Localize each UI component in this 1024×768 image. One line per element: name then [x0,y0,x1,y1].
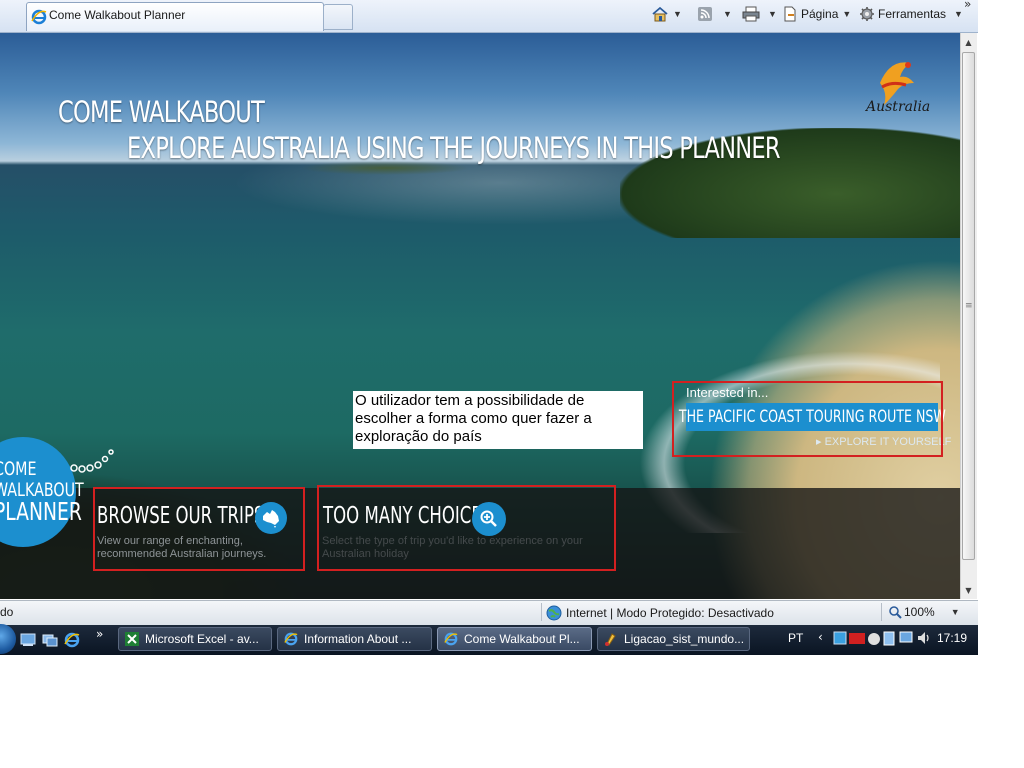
show-desktop-icon[interactable] [20,632,36,648]
tab-title: Come Walkabout Planner [49,8,186,22]
home-button[interactable]: ▼ [651,4,682,24]
ie-icon [31,9,47,25]
chevron-down-icon[interactable]: ▼ [673,9,682,19]
status-separator [541,603,542,621]
page-menu-label: Página [801,7,839,21]
network-tray-icon [833,631,847,645]
footprints-icon [70,449,114,473]
highlight-box-interested [672,381,943,457]
chevron-down-icon[interactable]: ▼ [768,9,777,19]
scroll-down-arrow-icon[interactable]: ▼ [961,582,976,598]
printer-icon [742,6,760,22]
tools-menu[interactable]: Ferramentas ▼ [859,4,963,24]
ati-tray-icon [849,633,865,644]
security-zone-label: Internet | Modo Protegido: Desactivado [566,606,774,620]
monitor-tray-icon [883,631,895,646]
paint-icon [605,633,616,646]
taskbar-item-label: Ligacao_sist_mundo... [624,632,745,646]
tab-come-walkabout[interactable]: Come Walkabout Planner [26,2,324,31]
hero-subtitle: EXPLORE AUSTRALIA USING THE JOURNEYS IN … [127,131,781,165]
chevron-down-icon[interactable]: ▼ [723,9,732,19]
highlight-box-browse [93,487,305,571]
hero-title: COME WALKABOUT [58,95,265,129]
page-viewport: COME WALKABOUT EXPLORE AUSTRALIA USING T… [0,33,960,599]
tray-icons[interactable] [832,630,896,648]
status-separator [881,603,882,621]
ie-quicklaunch-icon[interactable] [64,632,80,648]
rss-feed-icon [698,7,712,21]
highlight-box-choices [317,485,616,571]
planner-badge-line: PLANNER [0,497,82,526]
language-indicator[interactable]: PT [788,631,803,645]
taskbar-item-label: Microsoft Excel - av... [145,632,259,646]
taskbar-item[interactable]: Information About ... [277,627,432,651]
print-button[interactable]: ▼ [742,4,777,24]
security-zone[interactable]: Internet | Modo Protegido: Desactivado [546,605,774,621]
gear-icon [860,7,874,21]
globe-icon [546,605,562,621]
excel-icon [125,632,139,646]
switch-windows-icon[interactable] [42,632,58,648]
taskbar-item-active[interactable]: Come Walkabout Pl... [437,627,592,651]
zoom-level[interactable]: 100% ▼ [888,605,960,619]
more-commands-chevron[interactable]: » [964,0,971,11]
feeds-button[interactable]: ▼ [697,4,732,24]
status-text: do [0,605,14,619]
status-bar [0,600,978,625]
taskbar-item-label: Come Walkabout Pl... [464,632,580,646]
page-icon [784,6,796,22]
new-tab-button[interactable] [323,4,353,30]
scroll-up-arrow-icon[interactable]: ▲ [961,34,976,50]
tray-expand-chevron-icon[interactable]: ‹ [818,630,823,644]
taskbar-item-label: Information About ... [304,632,412,646]
page-menu[interactable]: Página ▼ [782,4,851,24]
zoom-level-label: 100% [904,605,935,619]
chevron-down-icon: ▼ [954,9,963,19]
chevron-down-icon[interactable]: ▼ [951,607,960,617]
home-icon [652,6,668,22]
network-volume-icons[interactable] [898,630,934,646]
taskbar-item[interactable]: Microsoft Excel - av... [118,627,272,651]
scroll-grip-icon: ≡ [965,301,973,311]
zoom-icon [889,606,902,619]
taskbar-item[interactable]: Ligacao_sist_mundo... [597,627,750,651]
chevron-down-icon: ▼ [842,9,852,19]
messenger-tray-icon [868,633,880,645]
australia-logo-text: Australia [866,99,931,115]
ie-icon [284,632,298,646]
tools-menu-label: Ferramentas [878,7,947,21]
annotation-note: O utilizador tem a possibilidade de esco… [353,391,643,449]
ie-icon [444,632,458,646]
quicklaunch-more-chevron[interactable]: » [96,627,103,641]
clock[interactable]: 17:19 [937,631,967,645]
